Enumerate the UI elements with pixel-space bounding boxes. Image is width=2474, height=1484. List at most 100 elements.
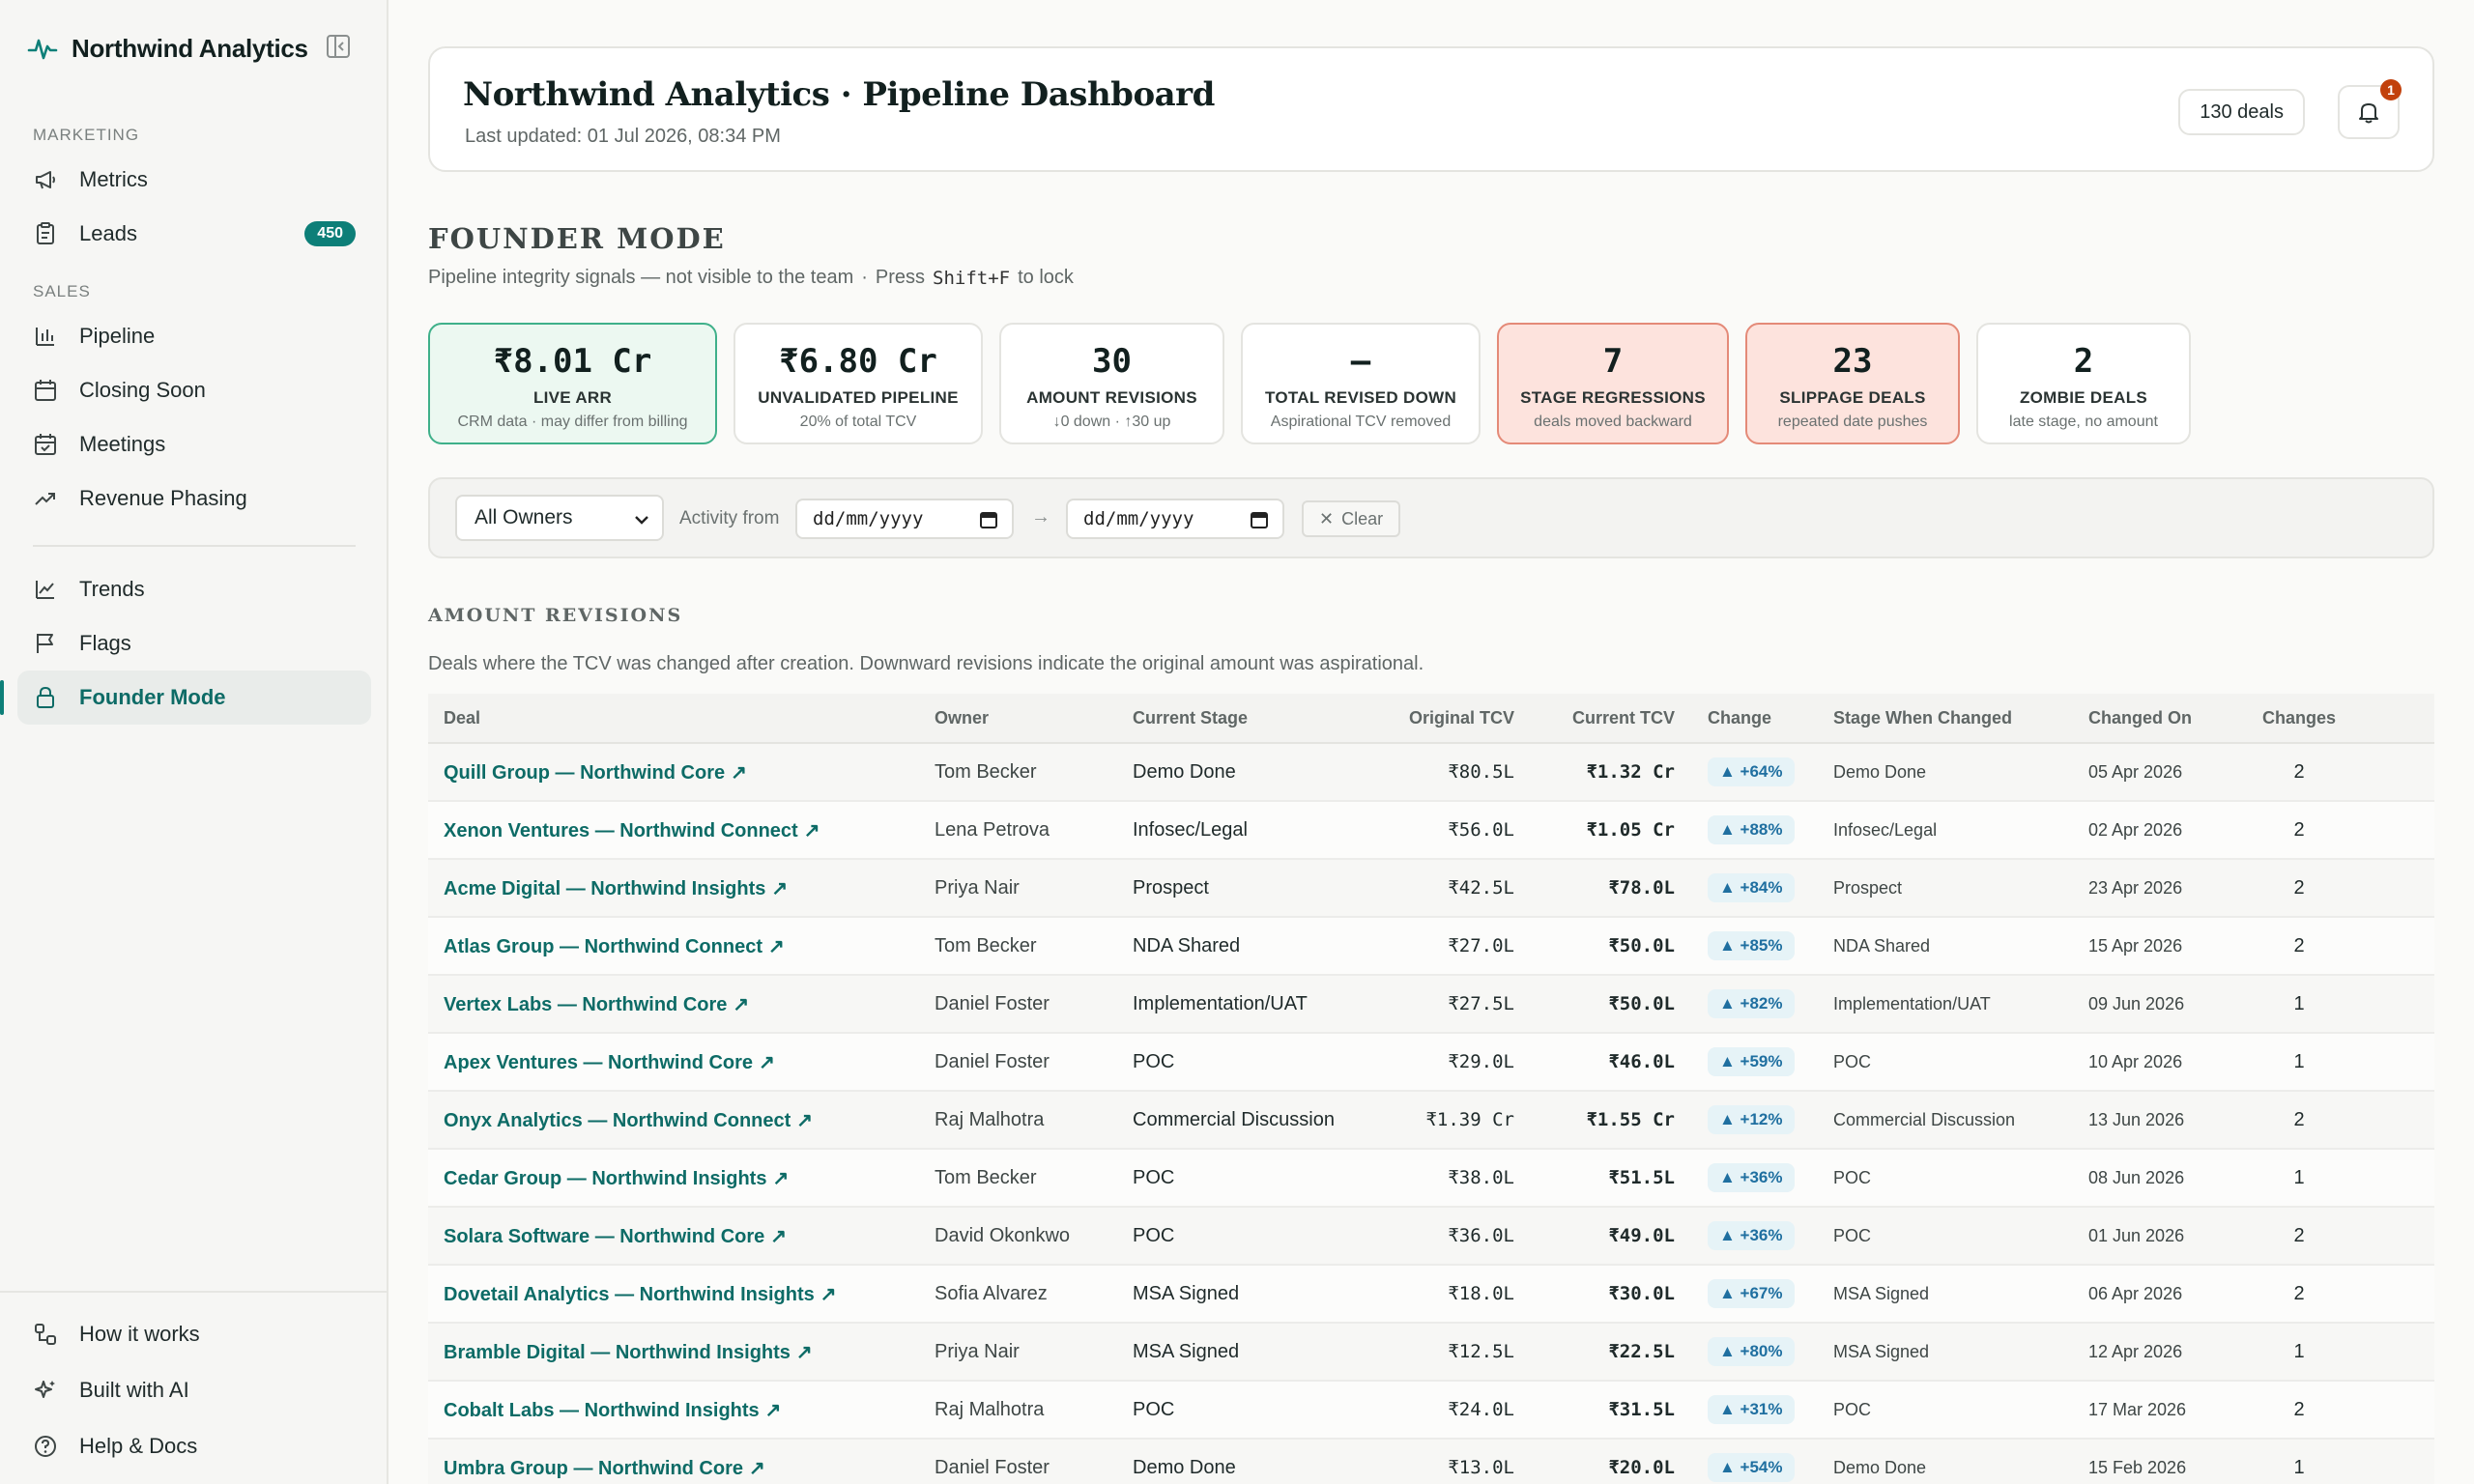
cell-text: 2 bbox=[2293, 1108, 2305, 1130]
deal-link[interactable]: Quill Group — Northwind Core bbox=[444, 762, 725, 784]
kpi-zombie-deals[interactable]: 2 ZOMBIE DEALS late stage, no amount bbox=[1976, 323, 2191, 444]
table-row[interactable]: Cobalt Labs — Northwind Insights ↗ Raj Mal… bbox=[428, 1382, 2434, 1440]
owner-select[interactable]: All Owners bbox=[455, 495, 664, 541]
cell-orig: ₹80.5L bbox=[1408, 761, 1514, 783]
brand[interactable]: Northwind Analytics bbox=[27, 29, 308, 68]
column-header[interactable]: Deal bbox=[428, 708, 935, 728]
table-row[interactable]: Onyx Analytics — Northwind Connect ↗ Raj M… bbox=[428, 1092, 2434, 1150]
cell-chg: ▲ +36% bbox=[1675, 1221, 1833, 1250]
cell-text: 15 Feb 2026 bbox=[2088, 1457, 2187, 1477]
activity-to-date[interactable]: dd/mm/yyyy bbox=[1066, 499, 1284, 539]
column-header[interactable]: Current Stage bbox=[1133, 708, 1408, 728]
sidebar-item-trends[interactable]: Trends bbox=[17, 562, 371, 616]
kpi-slippage-deals[interactable]: 23 SLIPPAGE DEALS repeated date pushes bbox=[1745, 323, 1960, 444]
sidebar-item-label: Leads bbox=[79, 221, 137, 245]
notifications-button[interactable]: 1 bbox=[2338, 79, 2402, 139]
deal-link[interactable]: Apex Ventures — Northwind Core bbox=[444, 1052, 753, 1073]
external-link-icon[interactable]: ↗ bbox=[733, 994, 749, 1015]
cell-text: Implementation/UAT bbox=[1133, 992, 1308, 1014]
sidebar-item-pipeline[interactable]: Pipeline bbox=[17, 309, 371, 363]
sidebar-item-meetings[interactable]: Meetings bbox=[17, 417, 371, 471]
cell-cur: ₹22.5L bbox=[1514, 1341, 1675, 1362]
table-row[interactable]: Atlas Group — Northwind Connect ↗ Tom Beck… bbox=[428, 918, 2434, 976]
cell-text: ₹1.05 Cr bbox=[1586, 819, 1675, 841]
cell-deal: Atlas Group — Northwind Connect ↗ bbox=[428, 934, 935, 958]
sidebar-item-leads[interactable]: Metrics Leads 450 bbox=[17, 207, 371, 261]
deal-link[interactable]: Cedar Group — Northwind Insights bbox=[444, 1168, 766, 1189]
table-row[interactable]: Umbra Group — Northwind Core ↗ Daniel Fost… bbox=[428, 1440, 2434, 1484]
sidebar-item-help-docs[interactable]: Help & Docs bbox=[17, 1418, 371, 1474]
sidebar-item-metrics[interactable]: Metrics bbox=[17, 153, 371, 207]
external-link-icon[interactable]: ↗ bbox=[796, 1110, 813, 1131]
cell-chg: ▲ +59% bbox=[1675, 1047, 1833, 1076]
activity-from-date[interactable]: dd/mm/yyyy bbox=[795, 499, 1014, 539]
column-header[interactable]: Change bbox=[1675, 708, 1833, 728]
column-header[interactable]: Changed On bbox=[2088, 708, 2260, 728]
table-row[interactable]: Acme Digital — Northwind Insights ↗ Priya … bbox=[428, 860, 2434, 918]
external-link-icon[interactable]: ↗ bbox=[796, 1342, 813, 1363]
cell-owner: Raj Malhotra bbox=[935, 1399, 1133, 1421]
external-link-icon[interactable]: ↗ bbox=[772, 1168, 789, 1189]
external-link-icon[interactable]: ↗ bbox=[804, 820, 820, 842]
deals-count-pill[interactable]: 130 deals bbox=[2178, 89, 2305, 135]
external-link-icon[interactable]: ↗ bbox=[749, 1458, 765, 1479]
table-row[interactable]: Xenon Ventures — Northwind Connect ↗ Lena … bbox=[428, 802, 2434, 860]
external-link-icon[interactable]: ↗ bbox=[731, 762, 747, 784]
change-chip: ▲ +64% bbox=[1708, 757, 1795, 786]
cell-n: 2 bbox=[2260, 761, 2338, 784]
kpi-amount-revisions[interactable]: 30 AMOUNT REVISIONS ↓0 down · ↑30 up bbox=[999, 323, 1224, 444]
column-header[interactable]: Current TCV bbox=[1514, 708, 1675, 728]
cell-text: ₹46.0L bbox=[1608, 1051, 1675, 1072]
deal-link[interactable]: Onyx Analytics — Northwind Connect bbox=[444, 1110, 791, 1131]
table-row[interactable]: Vertex Labs — Northwind Core ↗ Daniel Fost… bbox=[428, 976, 2434, 1034]
kpi-value: ₹6.80 Cr bbox=[779, 342, 937, 381]
sidebar-bottom-divider bbox=[0, 1291, 388, 1293]
deal-link[interactable]: Xenon Ventures — Northwind Connect bbox=[444, 820, 798, 842]
table-row[interactable]: Dovetail Analytics — Northwind Insights ↗… bbox=[428, 1266, 2434, 1324]
cell-orig: ₹1.39 Cr bbox=[1408, 1109, 1514, 1130]
kpi-value: 7 bbox=[1602, 342, 1624, 381]
sidebar-item-founder-mode[interactable]: Founder Mode bbox=[0, 671, 371, 725]
kpi-live-arr[interactable]: ₹8.01 Cr LIVE ARR CRM data · may differ … bbox=[428, 323, 717, 444]
column-header[interactable]: Original TCV bbox=[1408, 708, 1514, 728]
deal-link[interactable]: Vertex Labs — Northwind Core bbox=[444, 994, 727, 1015]
kpi-stage-regressions[interactable]: 7 STAGE REGRESSIONS deals moved backward bbox=[1497, 323, 1729, 444]
external-link-icon[interactable]: ↗ bbox=[768, 936, 785, 957]
section-label-sales: SALES bbox=[33, 282, 91, 300]
kpi-label: UNVALIDATED PIPELINE bbox=[758, 388, 959, 407]
collapse-sidebar-icon[interactable] bbox=[325, 33, 352, 60]
cell-text: ₹31.5L bbox=[1608, 1399, 1675, 1420]
deal-link[interactable]: Bramble Digital — Northwind Insights bbox=[444, 1342, 791, 1363]
sidebar-item-how-it-works[interactable]: How it works bbox=[17, 1306, 371, 1362]
column-header[interactable]: Changes bbox=[2260, 708, 2338, 728]
kpi-unvalidated-pipeline[interactable]: ₹6.80 Cr UNVALIDATED PIPELINE 20% of tot… bbox=[734, 323, 983, 444]
table-row[interactable]: Bramble Digital — Northwind Insights ↗ Pri… bbox=[428, 1324, 2434, 1382]
cell-text: ₹22.5L bbox=[1608, 1341, 1675, 1362]
sidebar-item-built-with-ai[interactable]: Built with AI bbox=[17, 1362, 371, 1418]
cell-text: ₹56.0L bbox=[1448, 819, 1514, 841]
sidebar-item-closing-soon[interactable]: Closing Soon bbox=[17, 363, 371, 417]
clear-filters-button[interactable]: ✕ Clear bbox=[1302, 500, 1401, 537]
external-link-icon[interactable]: ↗ bbox=[765, 1400, 782, 1421]
external-link-icon[interactable]: ↗ bbox=[759, 1052, 775, 1073]
external-link-icon[interactable]: ↗ bbox=[770, 1226, 787, 1247]
table-row[interactable]: Apex Ventures — Northwind Core ↗ Daniel Fo… bbox=[428, 1034, 2434, 1092]
kpi-label: SLIPPAGE DEALS bbox=[1779, 388, 1926, 407]
external-link-icon[interactable]: ↗ bbox=[820, 1284, 837, 1305]
table-row[interactable]: Quill Group — Northwind Core ↗ Tom Becker D… bbox=[428, 744, 2434, 802]
sidebar-item-flags[interactable]: Flags bbox=[17, 616, 371, 671]
deal-link[interactable]: Umbra Group — Northwind Core bbox=[444, 1458, 743, 1479]
sidebar-nav: MARKETING Metrics Metrics Leads 450 SALE… bbox=[0, 104, 371, 725]
deal-link[interactable]: Solara Software — Northwind Core bbox=[444, 1226, 764, 1247]
deal-link[interactable]: Dovetail Analytics — Northwind Insights bbox=[444, 1284, 815, 1305]
sidebar-item-revenue-phasing[interactable]: Revenue Phasing bbox=[17, 471, 371, 526]
external-link-icon[interactable]: ↗ bbox=[771, 878, 788, 899]
column-header[interactable]: Stage When Changed bbox=[1833, 708, 2088, 728]
deal-link[interactable]: Acme Digital — Northwind Insights bbox=[444, 878, 765, 899]
kpi-total-revised-down[interactable]: — TOTAL REVISED DOWN Aspirational TCV re… bbox=[1241, 323, 1481, 444]
deal-link[interactable]: Atlas Group — Northwind Connect bbox=[444, 936, 762, 957]
table-row[interactable]: Solara Software — Northwind Core ↗ David O… bbox=[428, 1208, 2434, 1266]
table-row[interactable]: Cedar Group — Northwind Insights ↗ Tom Bec… bbox=[428, 1150, 2434, 1208]
deal-link[interactable]: Cobalt Labs — Northwind Insights bbox=[444, 1400, 760, 1421]
column-header[interactable]: Owner bbox=[935, 708, 1133, 728]
